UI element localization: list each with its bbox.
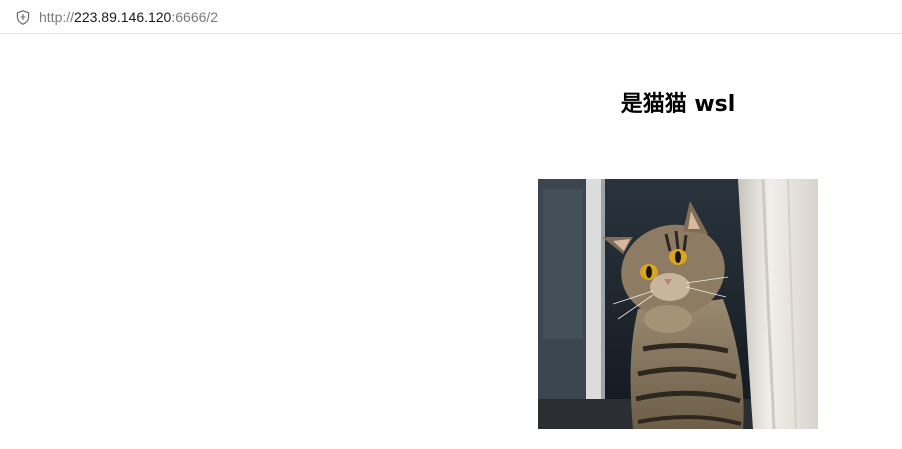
url-scheme: http:// <box>39 9 75 25</box>
url-text[interactable]: http://223.89.146.120:6666/2 <box>39 8 218 26</box>
url-path: :6666/2 <box>171 9 219 25</box>
url-host: 223.89.146.120 <box>74 9 172 25</box>
address-bar[interactable]: http://223.89.146.120:6666/2 <box>0 0 902 34</box>
page-title: 是猫猫 wsl <box>620 92 736 117</box>
cat-photo <box>538 179 818 429</box>
shield-icon[interactable] <box>16 10 30 25</box>
